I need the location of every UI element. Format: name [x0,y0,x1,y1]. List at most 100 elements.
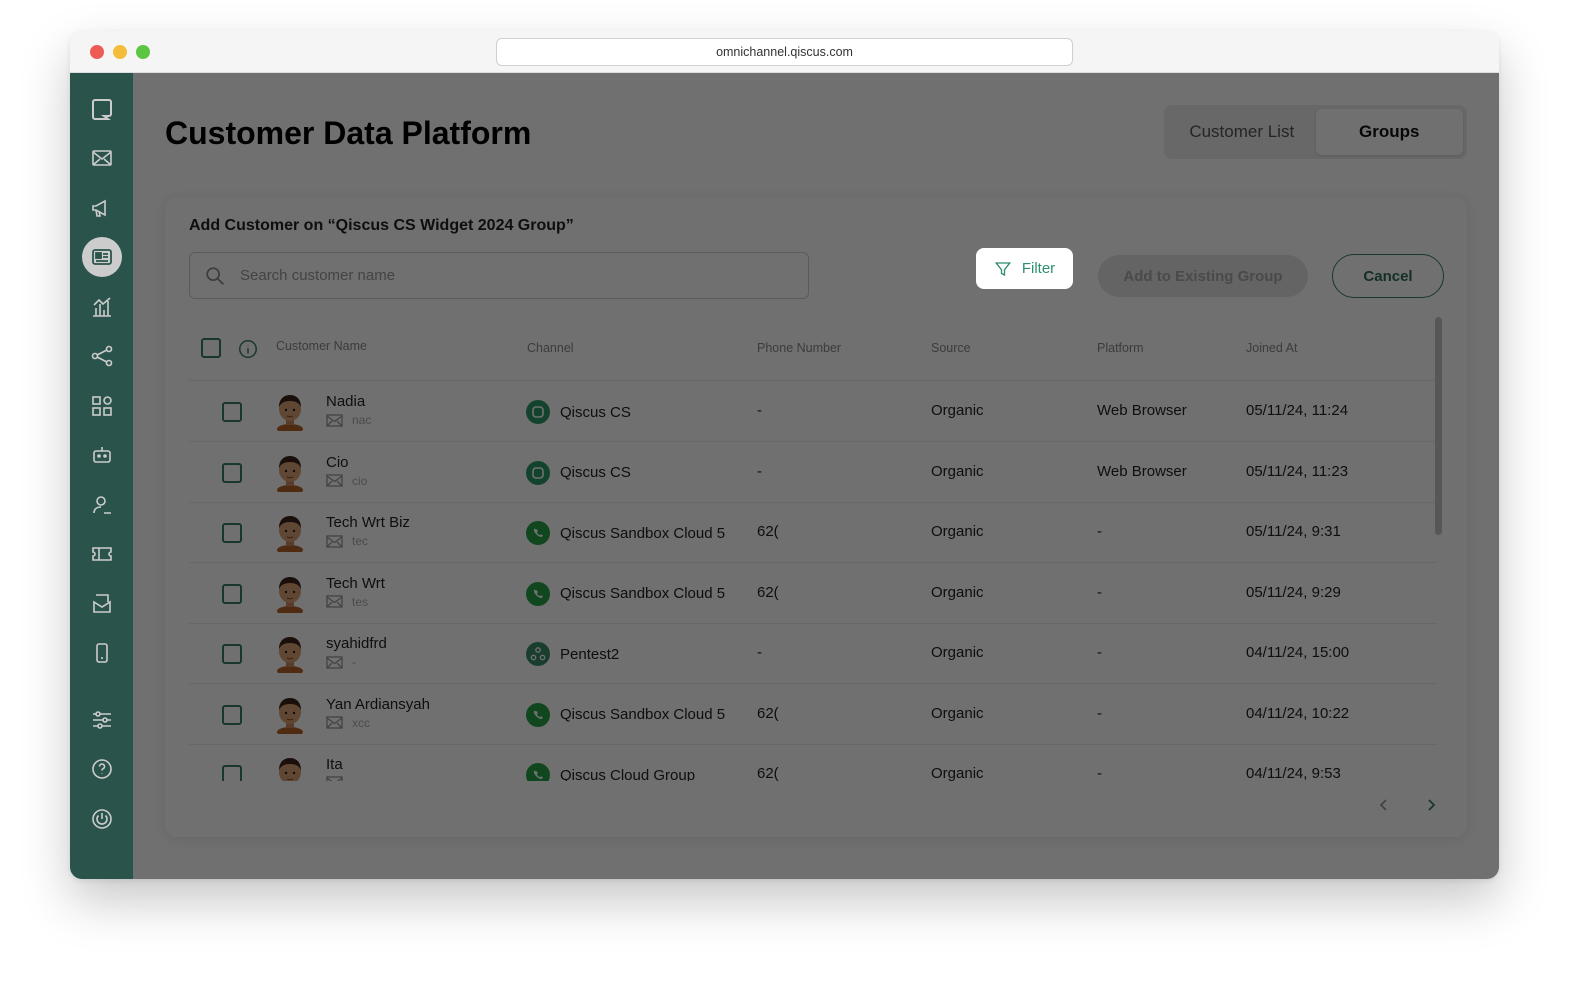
platform: - [1097,644,1102,661]
id-card-icon[interactable] [82,237,122,277]
channel-cell: Qiscus Sandbox Cloud 5 [526,521,725,545]
tab-customer-list[interactable]: Customer List [1168,109,1316,155]
table-scrollbar[interactable] [1435,317,1442,535]
channel-name: Qiscus CS [560,403,631,421]
phone-number: - [757,402,762,419]
card-title: Add Customer on “Qiscus CS Widget 2024 G… [189,217,574,234]
power-icon[interactable] [82,799,122,839]
chart-icon[interactable] [82,287,122,327]
row-checkbox[interactable] [222,765,242,781]
row-checkbox[interactable] [222,523,242,543]
sidebar [70,73,133,879]
search-input[interactable] [240,267,780,284]
customer-name[interactable]: syahidfrd [326,635,387,652]
customer-table: Customer Name Channel Phone Number Sourc… [189,319,1437,781]
agent-icon[interactable] [82,485,122,525]
search-box [189,252,809,299]
source: Organic [931,765,984,781]
table-row[interactable]: Cio cio Qiscus CS - Organic Web Browser 05/11/… [189,442,1437,503]
customer-name[interactable]: Tech Wrt [326,575,385,592]
mail-icon [326,474,352,487]
whatsapp-channel-icon [526,702,550,727]
add-to-existing-group-button[interactable]: Add to Existing Group [1098,255,1308,297]
qiscus-channel-icon [526,400,550,424]
customer-name[interactable]: Yan Ardiansyah [326,696,430,713]
close-window-button[interactable] [90,45,104,59]
customer-email-text: tes [352,594,369,609]
previous-page-button[interactable] [1372,793,1396,817]
cancel-button[interactable]: Cancel [1332,254,1444,298]
header-customer-name: Customer Name [276,339,367,353]
share-icon[interactable] [82,336,122,376]
table-row[interactable]: Tech Wrt Biz tec Qiscus Sandbox Cloud 5 62(… [189,502,1437,563]
maximize-window-button[interactable] [136,45,150,59]
header-platform: Platform [1097,341,1144,355]
joined-at: 04/11/24, 10:22 [1246,704,1350,722]
mobile-icon[interactable] [82,633,122,673]
table-row[interactable]: Ita Qiscus Cloud Group 62(Organic - 04/11/24… [189,744,1437,781]
minimize-window-button[interactable] [113,45,127,59]
row-checkbox[interactable] [222,462,242,483]
customer-name[interactable]: Ita [326,756,343,773]
channel-cell: Qiscus CS [526,400,631,424]
help-icon[interactable] [82,749,122,789]
table-row[interactable]: Yan Ardiansyah xcc Qiscus Sandbox Cloud 5 6… [189,684,1437,745]
row-checkbox[interactable] [222,402,242,422]
platform: - [1097,704,1102,722]
channel-cell: Qiscus Cloud Group [526,763,695,781]
platform: - [1097,765,1102,781]
bot-icon[interactable] [82,435,122,475]
joined-at: 05/11/24, 9:31 [1246,523,1341,540]
select-all-checkbox[interactable] [201,338,221,358]
channel-name: Qiscus Sandbox Cloud 5 [560,706,726,723]
qiscus-channel-icon [526,460,550,485]
joined-at: 05/11/24, 11:24 [1246,402,1349,419]
table-row[interactable]: Nadia nac Qiscus CS - Organic Web Browser 05/1… [189,381,1437,442]
phone-number: - [757,462,762,480]
filter-button[interactable]: Filter [976,248,1073,289]
platform: - [1097,583,1102,601]
next-page-button[interactable] [1419,793,1443,817]
row-checkbox[interactable] [222,704,242,725]
channel-name: Qiscus CS [560,464,631,481]
sliders-icon[interactable] [82,700,122,740]
page-title: Customer Data Platform [165,115,532,151]
avatar [273,573,307,616]
table-row[interactable]: Tech Wrt tes Qiscus Sandbox Cloud 5 62(Orga… [189,563,1437,624]
mail-icon[interactable] [82,138,122,178]
address-bar[interactable]: omnichannel.qiscus.com [496,38,1073,66]
whatsapp-channel-icon [526,521,550,545]
source: Organic [931,583,984,601]
megaphone-icon[interactable] [82,188,122,228]
customer-name[interactable]: Tech Wrt Biz [326,514,410,531]
tab-groups[interactable]: Groups [1315,109,1463,155]
channel-name: Pentest2 [560,645,620,663]
customer-email-text: cio [352,473,368,488]
customer-email: tes [326,595,368,609]
chevron-right-icon [1428,799,1436,811]
customer-name[interactable]: Cio [326,454,349,471]
browser-window: omnichannel.qiscus.com Customer Data Pla… [70,31,1499,879]
joined-at: 04/11/24, 15:00 [1246,644,1350,661]
row-checkbox[interactable] [222,583,242,604]
mail-icon [326,655,352,669]
grid-icon[interactable] [82,386,122,426]
info-icon[interactable] [237,338,259,360]
mail-icon [326,716,352,729]
inbox-icon[interactable] [82,584,122,624]
custom-channel-icon [526,642,550,666]
qiscus-logo-icon[interactable] [82,89,122,129]
header-source: Source [931,341,971,355]
header-joined-at: Joined At [1246,341,1298,355]
phone-number: 62( [757,523,779,540]
customer-name[interactable]: Nadia [326,393,365,410]
customer-email [326,776,352,781]
row-checkbox[interactable] [222,644,242,664]
mail-icon [326,534,352,548]
chevron-left-icon [1379,799,1387,811]
source: Organic [931,523,984,540]
ticket-icon[interactable] [82,534,122,574]
browser-titlebar: omnichannel.qiscus.com [70,31,1499,73]
table-row[interactable]: syahidfrd - Pentest2 - Organic - 04/11/24, 15:… [189,623,1437,684]
avatar [273,391,307,434]
